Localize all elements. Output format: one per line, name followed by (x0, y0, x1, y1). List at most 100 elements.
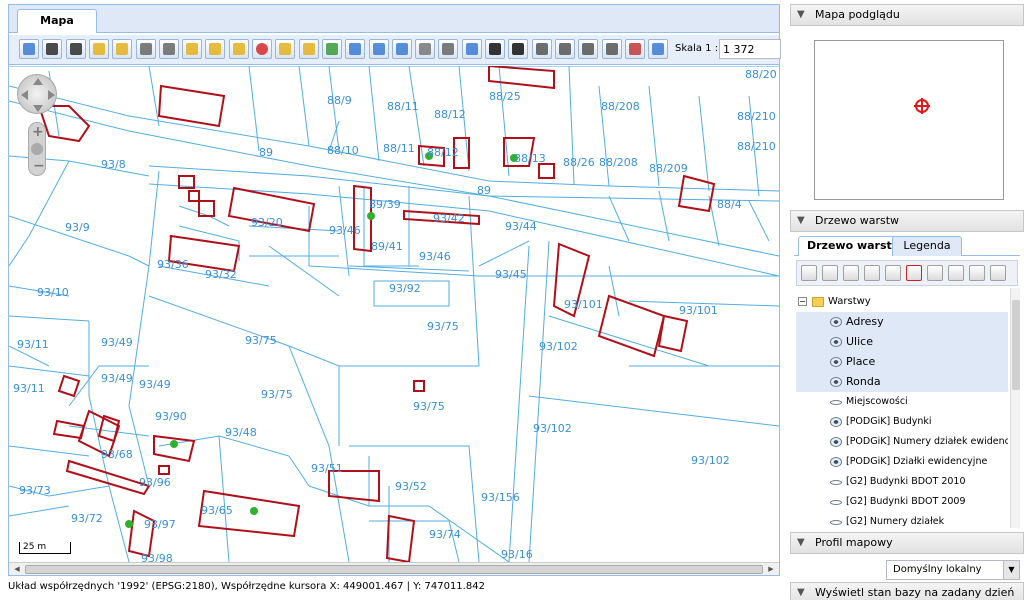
select-button[interactable] (205, 39, 226, 59)
collapse-icon[interactable]: ▼ (797, 5, 805, 25)
chart-button[interactable] (624, 39, 645, 59)
parcel-number-label: 93/98 (141, 552, 173, 562)
profile-panel-header[interactable]: ▼ Profil mapowy (790, 532, 1024, 554)
layer-item[interactable]: Ulice (796, 332, 1008, 352)
layer-panel-header[interactable]: ▼ Drzewo warstw (790, 210, 1024, 232)
eye-closed-icon[interactable] (830, 400, 842, 405)
report-button[interactable] (531, 39, 552, 59)
draw-button[interactable] (275, 39, 296, 59)
layer-item[interactable]: [G2] Budynki BDOT 2010 (796, 472, 1008, 492)
check-icon[interactable] (927, 265, 943, 281)
pan-left-icon[interactable] (21, 90, 28, 100)
collapse-icon[interactable]: ▼ (797, 533, 805, 553)
report-list-button[interactable] (601, 39, 622, 59)
move-up-icon[interactable] (864, 265, 880, 281)
horizontal-scrollbar[interactable]: ◀ ▶ (9, 562, 779, 575)
tree-root[interactable]: − Warstwy (796, 292, 1008, 312)
collapse-icon[interactable]: ▼ (797, 583, 805, 600)
collapse-toggle-icon[interactable]: − (798, 297, 807, 306)
pan-control[interactable] (17, 74, 57, 114)
preview-panel-header[interactable]: ▼ Mapa podglądu (790, 4, 1024, 26)
settings-icon[interactable] (948, 265, 964, 281)
layer-item[interactable]: Adresy (796, 312, 1008, 332)
select-rect-button[interactable] (228, 39, 249, 59)
pdf-icon (558, 43, 571, 55)
eye-closed-icon[interactable] (830, 500, 842, 505)
pan-right-icon[interactable] (48, 90, 55, 100)
import-icon[interactable] (822, 265, 838, 281)
tab-legend[interactable]: Legenda (892, 236, 962, 256)
zoom-out-icon[interactable]: − (33, 159, 45, 173)
building-outline (188, 190, 200, 202)
document-button[interactable] (415, 39, 436, 59)
export-button[interactable] (368, 39, 389, 59)
remove-icon[interactable] (969, 265, 985, 281)
report-alt-button[interactable] (578, 39, 599, 59)
parcel-boundary (148, 165, 779, 257)
zoom-out-box-button[interactable] (65, 39, 86, 59)
add-layer-icon[interactable] (801, 265, 817, 281)
refresh-icon[interactable] (843, 265, 859, 281)
scroll-left-icon[interactable]: ◀ (11, 564, 23, 575)
eye-closed-icon[interactable] (830, 520, 842, 525)
eye-icon[interactable] (830, 357, 842, 367)
address-point[interactable] (250, 507, 258, 515)
scale-input[interactable] (719, 39, 781, 59)
collapse-icon[interactable]: ▼ (797, 211, 805, 231)
eye-icon[interactable] (830, 417, 842, 427)
zoom-reset-icon[interactable] (31, 143, 43, 155)
pan-up-icon[interactable] (33, 78, 43, 85)
attribute-button[interactable] (321, 39, 342, 59)
map-canvas[interactable]: + − 25 m 88/20 88/9 88/11 88/12 88/25 88/208 8… (9, 66, 779, 562)
eye-icon[interactable] (830, 437, 842, 447)
layer-item[interactable]: Miejscowości (796, 392, 1008, 412)
plot-button[interactable] (345, 39, 366, 59)
chevron-down-icon[interactable]: ▼ (1003, 561, 1019, 579)
pdf-button[interactable] (554, 39, 575, 59)
note-button[interactable] (298, 39, 319, 59)
scroll-right-icon[interactable]: ▶ (765, 564, 777, 575)
zoom-in-box-button[interactable] (42, 39, 63, 59)
db-state-panel-header[interactable]: ▼ Wyświetl stan bazy na zadany dzień (790, 582, 1024, 600)
zoom-in-icon[interactable]: + (32, 125, 44, 139)
scroll-thumb[interactable] (25, 565, 763, 574)
zoom-area-button[interactable] (88, 39, 109, 59)
eye-icon[interactable] (830, 317, 842, 327)
address-point[interactable] (367, 212, 375, 220)
move-down-icon[interactable] (885, 265, 901, 281)
layer-item[interactable]: [PODGiK] Budynki (796, 412, 1008, 432)
camera-alt-button[interactable] (508, 39, 529, 59)
vertical-scrollbar[interactable] (1010, 288, 1020, 528)
overview-map[interactable] (814, 40, 1004, 200)
target-button[interactable] (252, 39, 272, 59)
profile-select[interactable]: Domyślny lokalny ▼ (886, 560, 1020, 580)
print-button[interactable] (438, 39, 459, 59)
pan-down-icon[interactable] (33, 105, 43, 112)
edit-layer-icon[interactable] (990, 265, 1006, 281)
parcel-boundary (158, 435, 310, 487)
layer-item[interactable]: [PODGiK] Numery działek ewidency (796, 432, 1008, 452)
layer-item[interactable]: [PODGiK] Działki ewidencyjne (796, 452, 1008, 472)
help-button[interactable] (648, 39, 669, 59)
edit-button[interactable] (182, 39, 203, 59)
scroll-thumb[interactable] (1012, 300, 1020, 390)
eye-icon[interactable] (830, 377, 842, 387)
measure-button[interactable] (135, 39, 156, 59)
eye-closed-icon[interactable] (830, 480, 842, 485)
address-point[interactable] (170, 440, 178, 448)
zoom-extent-button[interactable] (112, 39, 133, 59)
layers-button[interactable] (158, 39, 179, 59)
camera-button[interactable] (485, 39, 505, 59)
address-point[interactable] (125, 520, 133, 528)
flask-button[interactable] (461, 39, 482, 59)
layer-item[interactable]: Place (796, 352, 1008, 372)
tab-mapa[interactable]: Mapa (17, 9, 97, 33)
layer-item[interactable]: [G2] Numery działek (796, 512, 1008, 528)
eye-icon[interactable] (830, 337, 842, 347)
pan-button[interactable] (19, 39, 39, 59)
uncheck-icon[interactable] (906, 265, 922, 281)
download-button[interactable] (391, 39, 412, 59)
layer-item[interactable]: [G2] Budynki BDOT 2009 (796, 492, 1008, 512)
eye-icon[interactable] (830, 457, 842, 467)
layer-item[interactable]: Ronda (796, 372, 1008, 392)
